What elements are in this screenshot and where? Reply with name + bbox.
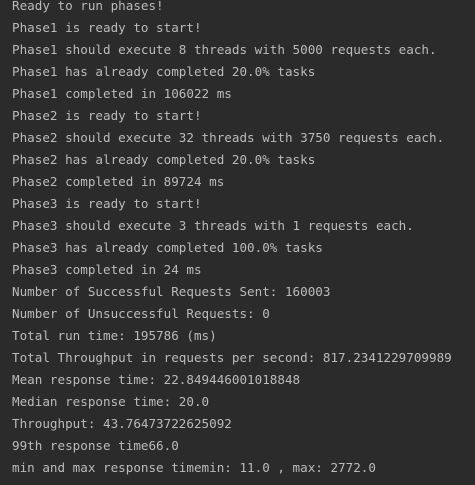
console-line: Phase1 has already completed 20.0% tasks <box>12 64 316 79</box>
console-line: Phase2 should execute 32 threads with 37… <box>12 130 445 145</box>
console-line: 99th response time66.0 <box>12 438 179 453</box>
console-line: Phase1 is ready to start! <box>12 20 202 35</box>
console-line: Total Throughput in requests per second:… <box>12 350 452 365</box>
console-lines: Ready to run phases! Phase1 is ready to … <box>12 0 475 479</box>
console-line: Number of Successful Requests Sent: 1600… <box>12 284 331 299</box>
console-line: Phase3 is ready to start! <box>12 196 202 211</box>
console-line: Phase3 should execute 3 threads with 1 r… <box>12 218 414 233</box>
console-line: Phase2 completed in 89724 ms <box>12 174 225 189</box>
console-line: Ready to run phases! <box>12 0 164 13</box>
console-line: Median response time: 20.0 <box>12 394 210 409</box>
console-line: min and max response timemin: 11.0 , max… <box>12 460 376 475</box>
console-line: Phase1 should execute 8 threads with 500… <box>12 42 437 57</box>
console-line: Phase2 has already completed 20.0% tasks <box>12 152 316 167</box>
console-line: Throughput: 43.76473722625092 <box>12 416 232 431</box>
console-line: Phase3 completed in 24 ms <box>12 262 202 277</box>
console-line: Total run time: 195786 (ms) <box>12 328 217 343</box>
console-line: Mean response time: 22.849446001018848 <box>12 372 301 387</box>
console-line: Phase1 completed in 106022 ms <box>12 86 232 101</box>
console-line: Phase2 is ready to start! <box>12 108 202 123</box>
console-line: Number of Unsuccessful Requests: 0 <box>12 306 270 321</box>
console-output-panel[interactable]: Ready to run phases! Phase1 is ready to … <box>0 0 475 485</box>
console-line: Phase3 has already completed 100.0% task… <box>12 240 323 255</box>
